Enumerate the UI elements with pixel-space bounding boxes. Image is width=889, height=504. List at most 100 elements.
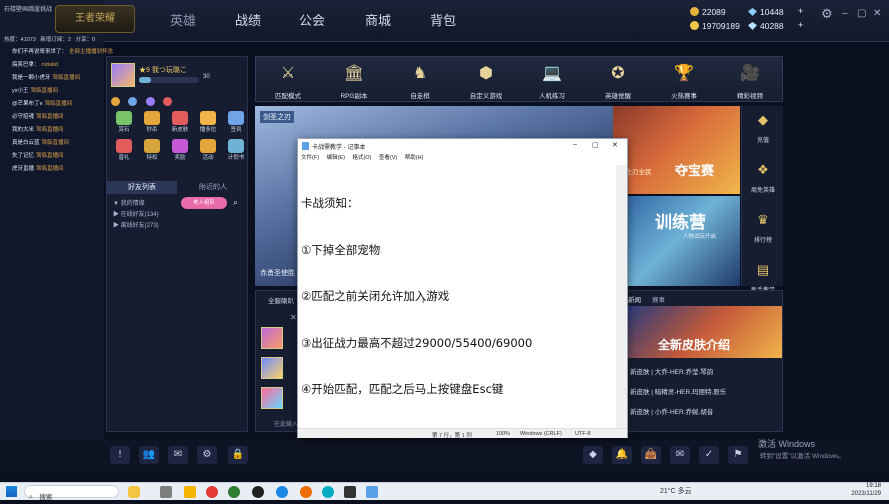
news-item-2[interactable]: 新皮肤 | 暗精灵-HER.玛丽特.辰乐	[630, 386, 726, 396]
quick-item-label: 活动	[202, 155, 214, 161]
quick-item[interactable]: 秒杀	[141, 111, 163, 133]
broadcast-tab[interactable]: 全服喇叭	[268, 295, 294, 305]
avatar[interactable]	[111, 63, 135, 87]
news-tab[interactable]: 新闻	[628, 294, 641, 304]
maximize-button[interactable]: ▢	[857, 8, 866, 19]
news-item-1[interactable]: 新皮肤 | 大乔-HER.乔莹.琴韵	[630, 366, 713, 376]
taskbar-search-box[interactable]: ⌕ 搜索	[24, 485, 119, 501]
clock-date[interactable]: 2023/11/29	[831, 491, 881, 497]
broadcast-input[interactable]: 在此输入	[274, 419, 298, 428]
diamond-shop-icon[interactable]: ◆	[583, 446, 603, 464]
right-button-1[interactable]: ❖ 周免英雄	[742, 162, 784, 206]
quick-item[interactable]: 活动	[197, 139, 219, 161]
friend-search-icon[interactable]: ⌕	[233, 197, 238, 208]
weather[interactable]: 21°C 多云	[660, 486, 692, 496]
mode-label: RPG副本	[340, 93, 368, 100]
add-gold-button[interactable]: +	[798, 6, 803, 16]
quick-item[interactable]: 签到	[225, 111, 247, 133]
message-icon[interactable]: ✉	[670, 446, 690, 464]
mode-5[interactable]: ✪ 英雄觉醒	[596, 57, 640, 103]
training-camp-card[interactable]: 训练营 人物试玩开启	[613, 196, 740, 286]
quick-item[interactable]: 特权	[141, 139, 163, 161]
news-panel: 新闻 赛事 全新皮肤介绍 新皮肤 | 大乔-HER.乔莹.琴韵 新皮肤 | 暗精…	[613, 290, 783, 432]
quick-item[interactable]: 新皮肤	[169, 111, 191, 133]
events-tab[interactable]: 赛事	[652, 294, 665, 304]
tab-friend-list[interactable]: 好友列表	[107, 181, 177, 194]
bag-icon[interactable]: 👜	[641, 446, 661, 464]
quick-item-icon	[144, 111, 160, 125]
menu-view[interactable]: 查看(V)	[379, 155, 397, 161]
nav-shop[interactable]: 商城	[365, 10, 391, 29]
chat-line: 我是一颗小虎牙 驾临直播间	[12, 75, 81, 81]
notepad-close-button[interactable]: ✕	[612, 141, 618, 149]
tab-nearby[interactable]: 附近的人	[178, 181, 248, 194]
team-tag-button[interactable]: 老人组队	[181, 197, 227, 209]
friends-icon[interactable]: 👥	[139, 446, 159, 464]
menu-format[interactable]: 格式(O)	[352, 155, 371, 161]
nav-bag[interactable]: 背包	[430, 10, 456, 29]
news-banner[interactable]: 全新皮肤介绍	[628, 306, 782, 358]
mail-icon[interactable]: ✉	[168, 446, 188, 464]
mode-7[interactable]: 🎥 精彩视频	[728, 57, 772, 103]
app-icon-1[interactable]	[206, 486, 218, 498]
mode-1[interactable]: 🏛 RPG副本	[332, 57, 376, 103]
quick-item[interactable]: 播多拉	[197, 111, 219, 133]
broadcast-close-icon[interactable]: ✕	[290, 313, 297, 322]
nav-guild[interactable]: 公会	[299, 10, 325, 29]
news-banner-title: 全新皮肤介绍	[658, 338, 731, 352]
mode-4[interactable]: 💻 人机练习	[530, 57, 574, 103]
mode-2[interactable]: ♞ 自走棋	[398, 57, 442, 103]
notepad-maximize-button[interactable]: ▢	[592, 141, 599, 149]
quick-item[interactable]: 计划书	[225, 139, 247, 161]
alert-icon[interactable]: !	[110, 446, 130, 464]
friend-group-lover[interactable]: ▼ 我的情缘	[113, 199, 159, 210]
notepad-titlebar: 卡战需教学 - 记事本 – ▢ ✕	[298, 139, 627, 153]
lock-icon[interactable]: 🔒	[228, 446, 248, 464]
mode-0[interactable]: ⚔ 匹配模式	[266, 57, 310, 103]
settings-gear-icon[interactable]: ⚙	[821, 6, 833, 22]
qq-icon[interactable]	[252, 486, 264, 498]
notepad-minimize-button[interactable]: –	[573, 141, 577, 148]
right-button-2[interactable]: ♛ 排行榜	[742, 212, 784, 256]
notepad-scrollbar[interactable]	[616, 165, 627, 428]
card2-subtitle: 人物试玩开启	[683, 234, 717, 240]
news-item-3[interactable]: 新皮肤 | 小乔-HER.乔婉.胡音	[630, 406, 713, 416]
nav-hero[interactable]: 英雄	[170, 10, 196, 29]
quick-item-label: 秒杀	[146, 127, 158, 133]
app-icon-2[interactable]	[228, 486, 240, 498]
encoding: UTF-8	[575, 431, 591, 437]
nav-record[interactable]: 战绩	[235, 10, 261, 29]
quick-item[interactable]: 赏石	[113, 111, 135, 133]
menu-file[interactable]: 文件(F)	[301, 155, 319, 161]
close-button[interactable]: ✕	[873, 8, 881, 19]
menu-edit[interactable]: 编辑(E)	[327, 155, 345, 161]
browser-icon[interactable]	[300, 486, 312, 498]
taskview-icon[interactable]	[160, 486, 172, 498]
settings-icon[interactable]: ⚙	[197, 446, 217, 464]
add-points-button[interactable]: +	[798, 20, 803, 30]
game-icon[interactable]	[344, 486, 356, 498]
edge-icon[interactable]	[276, 486, 288, 498]
quick-item-icon	[172, 111, 188, 125]
guild-icon[interactable]: ⚑	[728, 446, 748, 464]
app-icon-3[interactable]	[322, 486, 334, 498]
notepad-menubar: 文件(F) 编辑(E) 格式(O) 查看(V) 帮助(H)	[298, 153, 627, 164]
treasure-event-card[interactable]: 送之刃全民 夺宝赛	[613, 106, 740, 194]
clock-time[interactable]: 19:18	[841, 483, 881, 489]
quick-item[interactable]: 曾礼	[113, 139, 135, 161]
mode-label: 精彩视频	[737, 93, 763, 100]
start-windows-icon[interactable]	[6, 486, 17, 497]
task-icon[interactable]: ✓	[699, 446, 719, 464]
folder-icon[interactable]	[184, 486, 196, 498]
copilot-icon[interactable]	[128, 486, 140, 498]
quick-item[interactable]: 奖励	[169, 139, 191, 161]
mode-6[interactable]: 🏆 火热赛事	[662, 57, 706, 103]
friend-group-offline[interactable]: ▶ 离线好友(273)	[113, 221, 159, 232]
friend-group-online[interactable]: ▶ 在线好友(134)	[113, 210, 159, 221]
menu-help[interactable]: 帮助(H)	[405, 155, 424, 161]
minimize-button[interactable]: –	[842, 8, 848, 19]
bell-icon[interactable]: 🔔	[612, 446, 632, 464]
mode-3[interactable]: ⬢ 自定义游戏	[464, 57, 508, 103]
notepad-taskbar-icon[interactable]	[366, 486, 378, 498]
right-button-0[interactable]: ◆ 充值	[742, 112, 784, 156]
